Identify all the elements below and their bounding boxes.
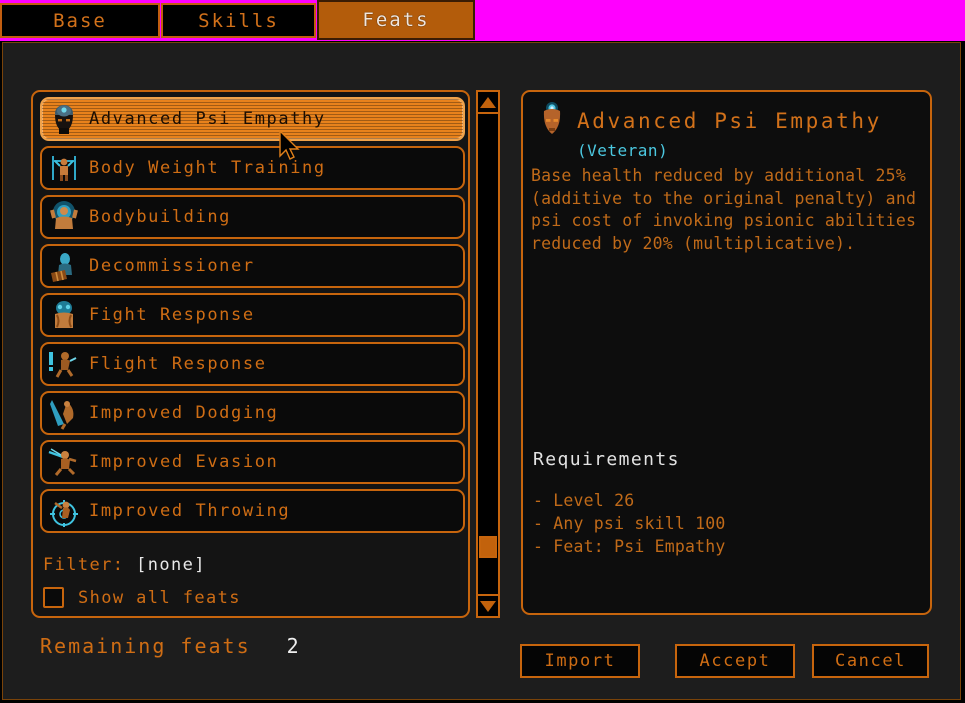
accept-button-label: Accept: [699, 651, 771, 671]
filter-value[interactable]: [none]: [136, 555, 206, 575]
dodging-icon: [47, 396, 81, 430]
list-item[interactable]: Decommissioner: [40, 244, 465, 288]
throwing-icon: [47, 494, 81, 528]
list-item[interactable]: Fight Response: [40, 293, 465, 337]
show-all-feats-row[interactable]: Show all feats: [43, 587, 463, 608]
feat-detail-description: Base health reduced by additional 25% (a…: [531, 166, 917, 253]
psi-head-icon: [47, 102, 81, 136]
filter-area: Filter: [none] Show all feats: [43, 555, 463, 608]
decommissioner-icon: [47, 249, 81, 283]
accept-button[interactable]: Accept: [675, 644, 795, 678]
show-all-feats-label: Show all feats: [78, 587, 241, 608]
list-item[interactable]: Improved Evasion: [40, 440, 465, 484]
filter-label: Filter:: [43, 555, 125, 575]
feat-detail-subtitle: (Veteran): [577, 141, 669, 160]
feat-detail-title: Advanced Psi Empathy: [577, 109, 882, 133]
requirement-item: - Any psi skill 100: [533, 514, 726, 533]
body-weight-icon: [47, 151, 81, 185]
list-item-label: Improved Throwing: [89, 501, 291, 521]
import-button[interactable]: Import: [520, 644, 640, 678]
import-button-label: Import: [544, 651, 616, 671]
flight-response-icon: [47, 347, 81, 381]
show-all-feats-checkbox[interactable]: [43, 587, 64, 608]
scrollbar-thumb[interactable]: [479, 536, 497, 558]
feat-detail-panel: Advanced Psi Empathy (Veteran) Base heal…: [521, 90, 932, 615]
list-item-label: Improved Dodging: [89, 403, 279, 423]
tab-skills-label: Skills: [198, 9, 279, 32]
character-sheet-window: Base Skills Feats Advanced Psi Empathy B…: [0, 0, 965, 703]
psi-head-icon: [533, 100, 571, 142]
list-item[interactable]: Bodybuilding: [40, 195, 465, 239]
requirements-header: Requirements: [533, 449, 680, 470]
tab-feats[interactable]: Feats: [317, 0, 475, 40]
triangle-down-icon: [480, 600, 496, 612]
triangle-up-icon: [480, 96, 496, 108]
feat-detail-header: Advanced Psi Empathy: [523, 92, 930, 142]
list-item[interactable]: Flight Response: [40, 342, 465, 386]
cancel-button[interactable]: Cancel: [812, 644, 929, 678]
list-item-label: Flight Response: [89, 354, 267, 374]
bodybuilding-icon: [47, 200, 81, 234]
requirements-list: - Level 26 - Any psi skill 100 - Feat: P…: [533, 489, 726, 558]
list-item-label: Body Weight Training: [89, 158, 326, 178]
tab-skills[interactable]: Skills: [161, 3, 316, 38]
remaining-feats-count: 2: [286, 634, 301, 658]
tab-strip: Base Skills Feats: [0, 0, 965, 41]
tab-base[interactable]: Base: [0, 3, 160, 38]
requirement-item: - Level 26: [533, 491, 635, 510]
cancel-button-label: Cancel: [834, 651, 906, 671]
evasion-icon: [47, 445, 81, 479]
list-item-label: Decommissioner: [89, 256, 255, 276]
tab-base-label: Base: [53, 9, 107, 32]
list-item[interactable]: Improved Dodging: [40, 391, 465, 435]
feat-list-scrollbar[interactable]: [476, 90, 500, 618]
list-item[interactable]: Body Weight Training: [40, 146, 465, 190]
feat-list-panel: Advanced Psi Empathy Body Weight Trainin…: [31, 90, 470, 618]
fight-response-icon: [47, 298, 81, 332]
remaining-feats-label: Remaining feats: [40, 634, 251, 658]
list-item[interactable]: Advanced Psi Empathy: [40, 97, 465, 141]
list-item-label: Advanced Psi Empathy: [89, 109, 326, 129]
tab-feats-label: Feats: [362, 9, 430, 31]
scroll-up-button[interactable]: [478, 92, 498, 114]
list-item-label: Improved Evasion: [89, 452, 279, 472]
list-item[interactable]: Improved Throwing: [40, 489, 465, 533]
list-item-label: Bodybuilding: [89, 207, 232, 227]
feat-list: Advanced Psi Empathy Body Weight Trainin…: [40, 97, 465, 547]
scroll-down-button[interactable]: [478, 594, 498, 616]
requirement-item: - Feat: Psi Empathy: [533, 537, 726, 556]
remaining-feats: Remaining feats 2: [40, 634, 301, 658]
filter-row[interactable]: Filter: [none]: [43, 555, 463, 575]
list-item-label: Fight Response: [89, 305, 255, 325]
